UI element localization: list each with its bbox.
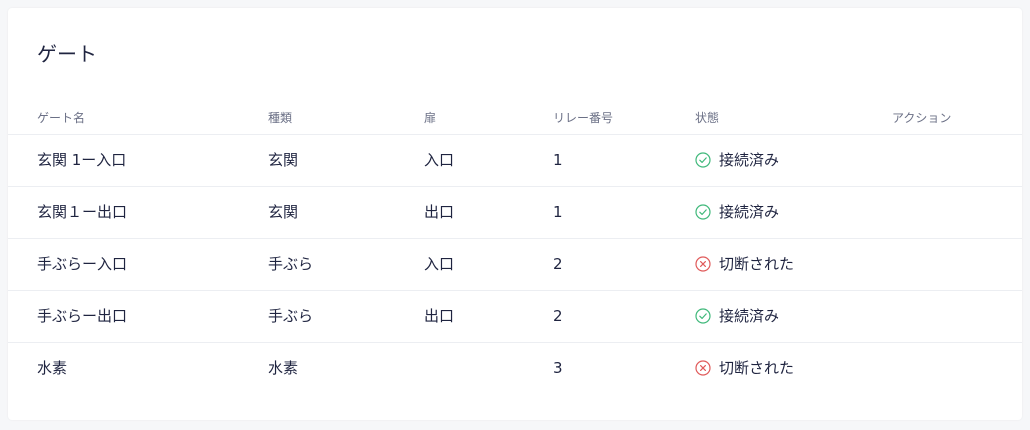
cell-status: 接続済み [695, 150, 779, 170]
cell-gate-name: 玄関１ー出口 [37, 203, 128, 221]
x-circle-icon [695, 360, 711, 376]
table-header: ゲート名 種類 扉 リレー番号 状態 アクション [8, 106, 1022, 135]
cell-gate-name: 水素 [37, 359, 68, 377]
header-door: 扉 [424, 111, 437, 125]
x-circle-icon [695, 256, 711, 272]
cell-status: 接続済み [695, 306, 779, 326]
check-circle-icon [695, 204, 711, 220]
check-circle-icon [695, 152, 711, 168]
cell-relay-number: 3 [553, 359, 563, 377]
check-circle-icon [695, 308, 711, 324]
page-title: ゲート [37, 42, 97, 66]
cell-status: 切断された [695, 254, 794, 274]
gates-table: ゲート名 種類 扉 リレー番号 状態 アクション 玄関 1ー入口 玄関 入口 1… [8, 106, 1022, 394]
status-label: 接続済み [719, 151, 780, 169]
gates-card: ゲート ゲート名 種類 扉 リレー番号 状態 アクション 玄関 1ー入口 玄関 … [8, 8, 1022, 420]
header-status: 状態 [695, 111, 720, 125]
cell-status: 接続済み [695, 202, 779, 222]
header-action: アクション [892, 111, 952, 125]
cell-gate-name: 手ぶらー出口 [37, 307, 128, 325]
table-row: 玄関１ー出口 玄関 出口 1 接続済み [8, 187, 1022, 239]
cell-type: 水素 [268, 359, 299, 377]
cell-gate-name: 手ぶらー入口 [37, 255, 128, 273]
status-label: 接続済み [719, 307, 780, 325]
header-gate-name: ゲート名 [37, 111, 86, 125]
cell-gate-name: 玄関 1ー入口 [37, 151, 127, 169]
header-type: 種類 [268, 111, 293, 125]
cell-relay-number: 1 [553, 203, 563, 221]
cell-type: 手ぶら [268, 307, 314, 325]
table-row: 手ぶらー出口 手ぶら 出口 2 接続済み [8, 291, 1022, 343]
status-label: 接続済み [719, 203, 780, 221]
cell-type: 玄関 [268, 151, 299, 169]
cell-type: 手ぶら [268, 255, 314, 273]
status-label: 切断された [719, 359, 795, 377]
cell-door: 出口 [424, 307, 455, 325]
cell-door: 出口 [424, 203, 455, 221]
table-row: 玄関 1ー入口 玄関 入口 1 接続済み [8, 135, 1022, 187]
cell-door: 入口 [424, 255, 455, 273]
cell-relay-number: 2 [553, 307, 563, 325]
cell-status: 切断された [695, 358, 794, 378]
header-relay-number: リレー番号 [553, 111, 614, 125]
cell-door: 入口 [424, 151, 455, 169]
cell-type: 玄関 [268, 203, 299, 221]
cell-relay-number: 1 [553, 151, 563, 169]
status-label: 切断された [719, 255, 795, 273]
table-row: 手ぶらー入口 手ぶら 入口 2 切断された [8, 239, 1022, 291]
table-row: 水素 水素 3 切断された [8, 343, 1022, 394]
cell-relay-number: 2 [553, 255, 563, 273]
